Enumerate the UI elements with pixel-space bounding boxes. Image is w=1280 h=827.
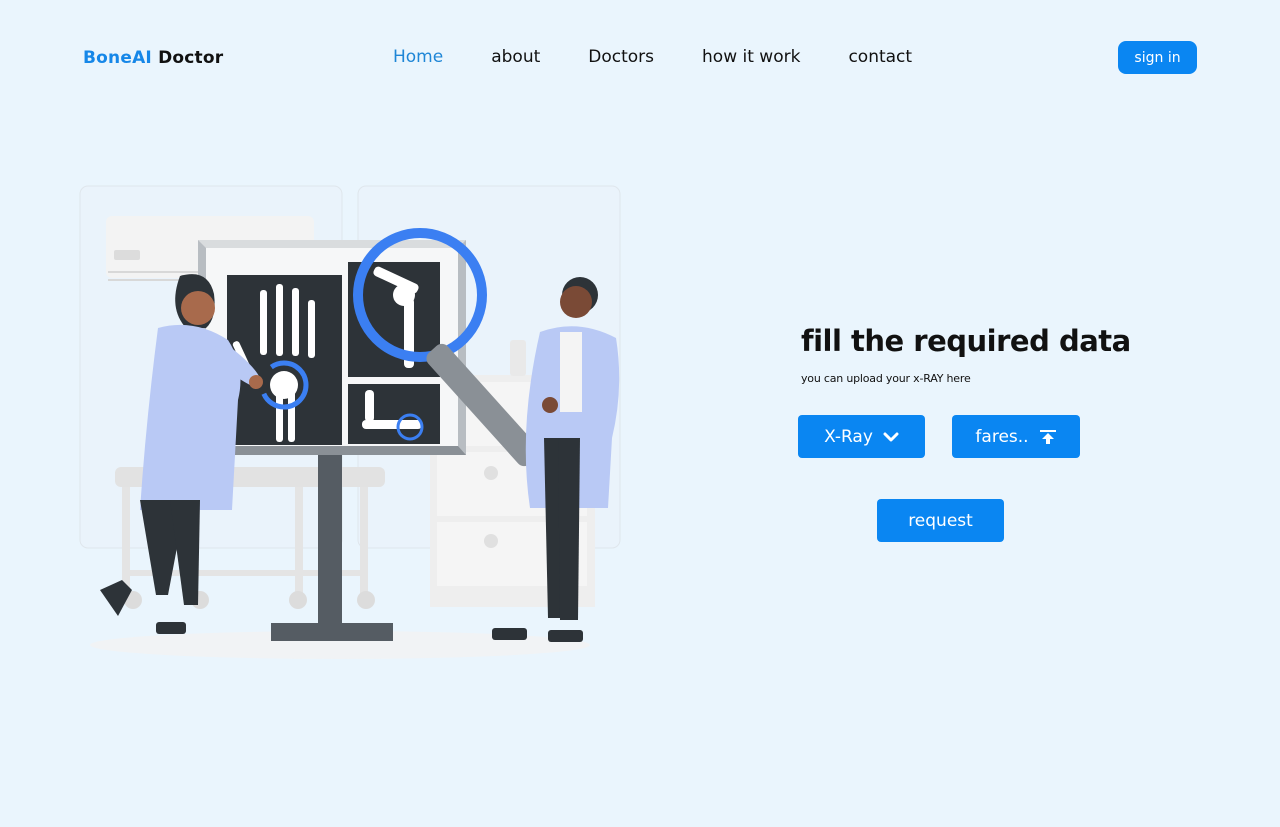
logo-brand: BoneAI <box>83 48 152 68</box>
form-headline: fill the required data <box>801 324 1131 358</box>
main-nav: Home about Doctors how it work contact <box>393 46 960 68</box>
logo-rest: Doctor <box>158 48 224 68</box>
nav-how-it-work[interactable]: how it work <box>702 46 800 68</box>
stand-pole <box>318 455 342 625</box>
doctors-xray-illustration <box>79 185 621 659</box>
nav-doctors[interactable]: Doctors <box>588 46 654 68</box>
nav-contact[interactable]: contact <box>848 46 912 68</box>
chevron-down-icon <box>883 432 899 441</box>
file-upload-label: fares.. <box>975 426 1029 447</box>
form-subline: you can upload your x-RAY here <box>801 372 971 385</box>
xray-type-dropdown[interactable]: X-Ray <box>798 415 925 458</box>
request-button[interactable]: request <box>877 499 1004 542</box>
foot-xray <box>348 384 440 444</box>
logo[interactable]: BoneAI Doctor <box>83 48 223 68</box>
upload-icon <box>1039 429 1056 444</box>
file-upload-button[interactable]: fares.. <box>952 415 1080 458</box>
stand-base <box>271 623 393 641</box>
xray-type-label: X-Ray <box>824 426 873 447</box>
nav-about[interactable]: about <box>491 46 540 68</box>
nav-home[interactable]: Home <box>393 46 443 68</box>
sign-in-button[interactable]: sign in <box>1118 41 1197 74</box>
